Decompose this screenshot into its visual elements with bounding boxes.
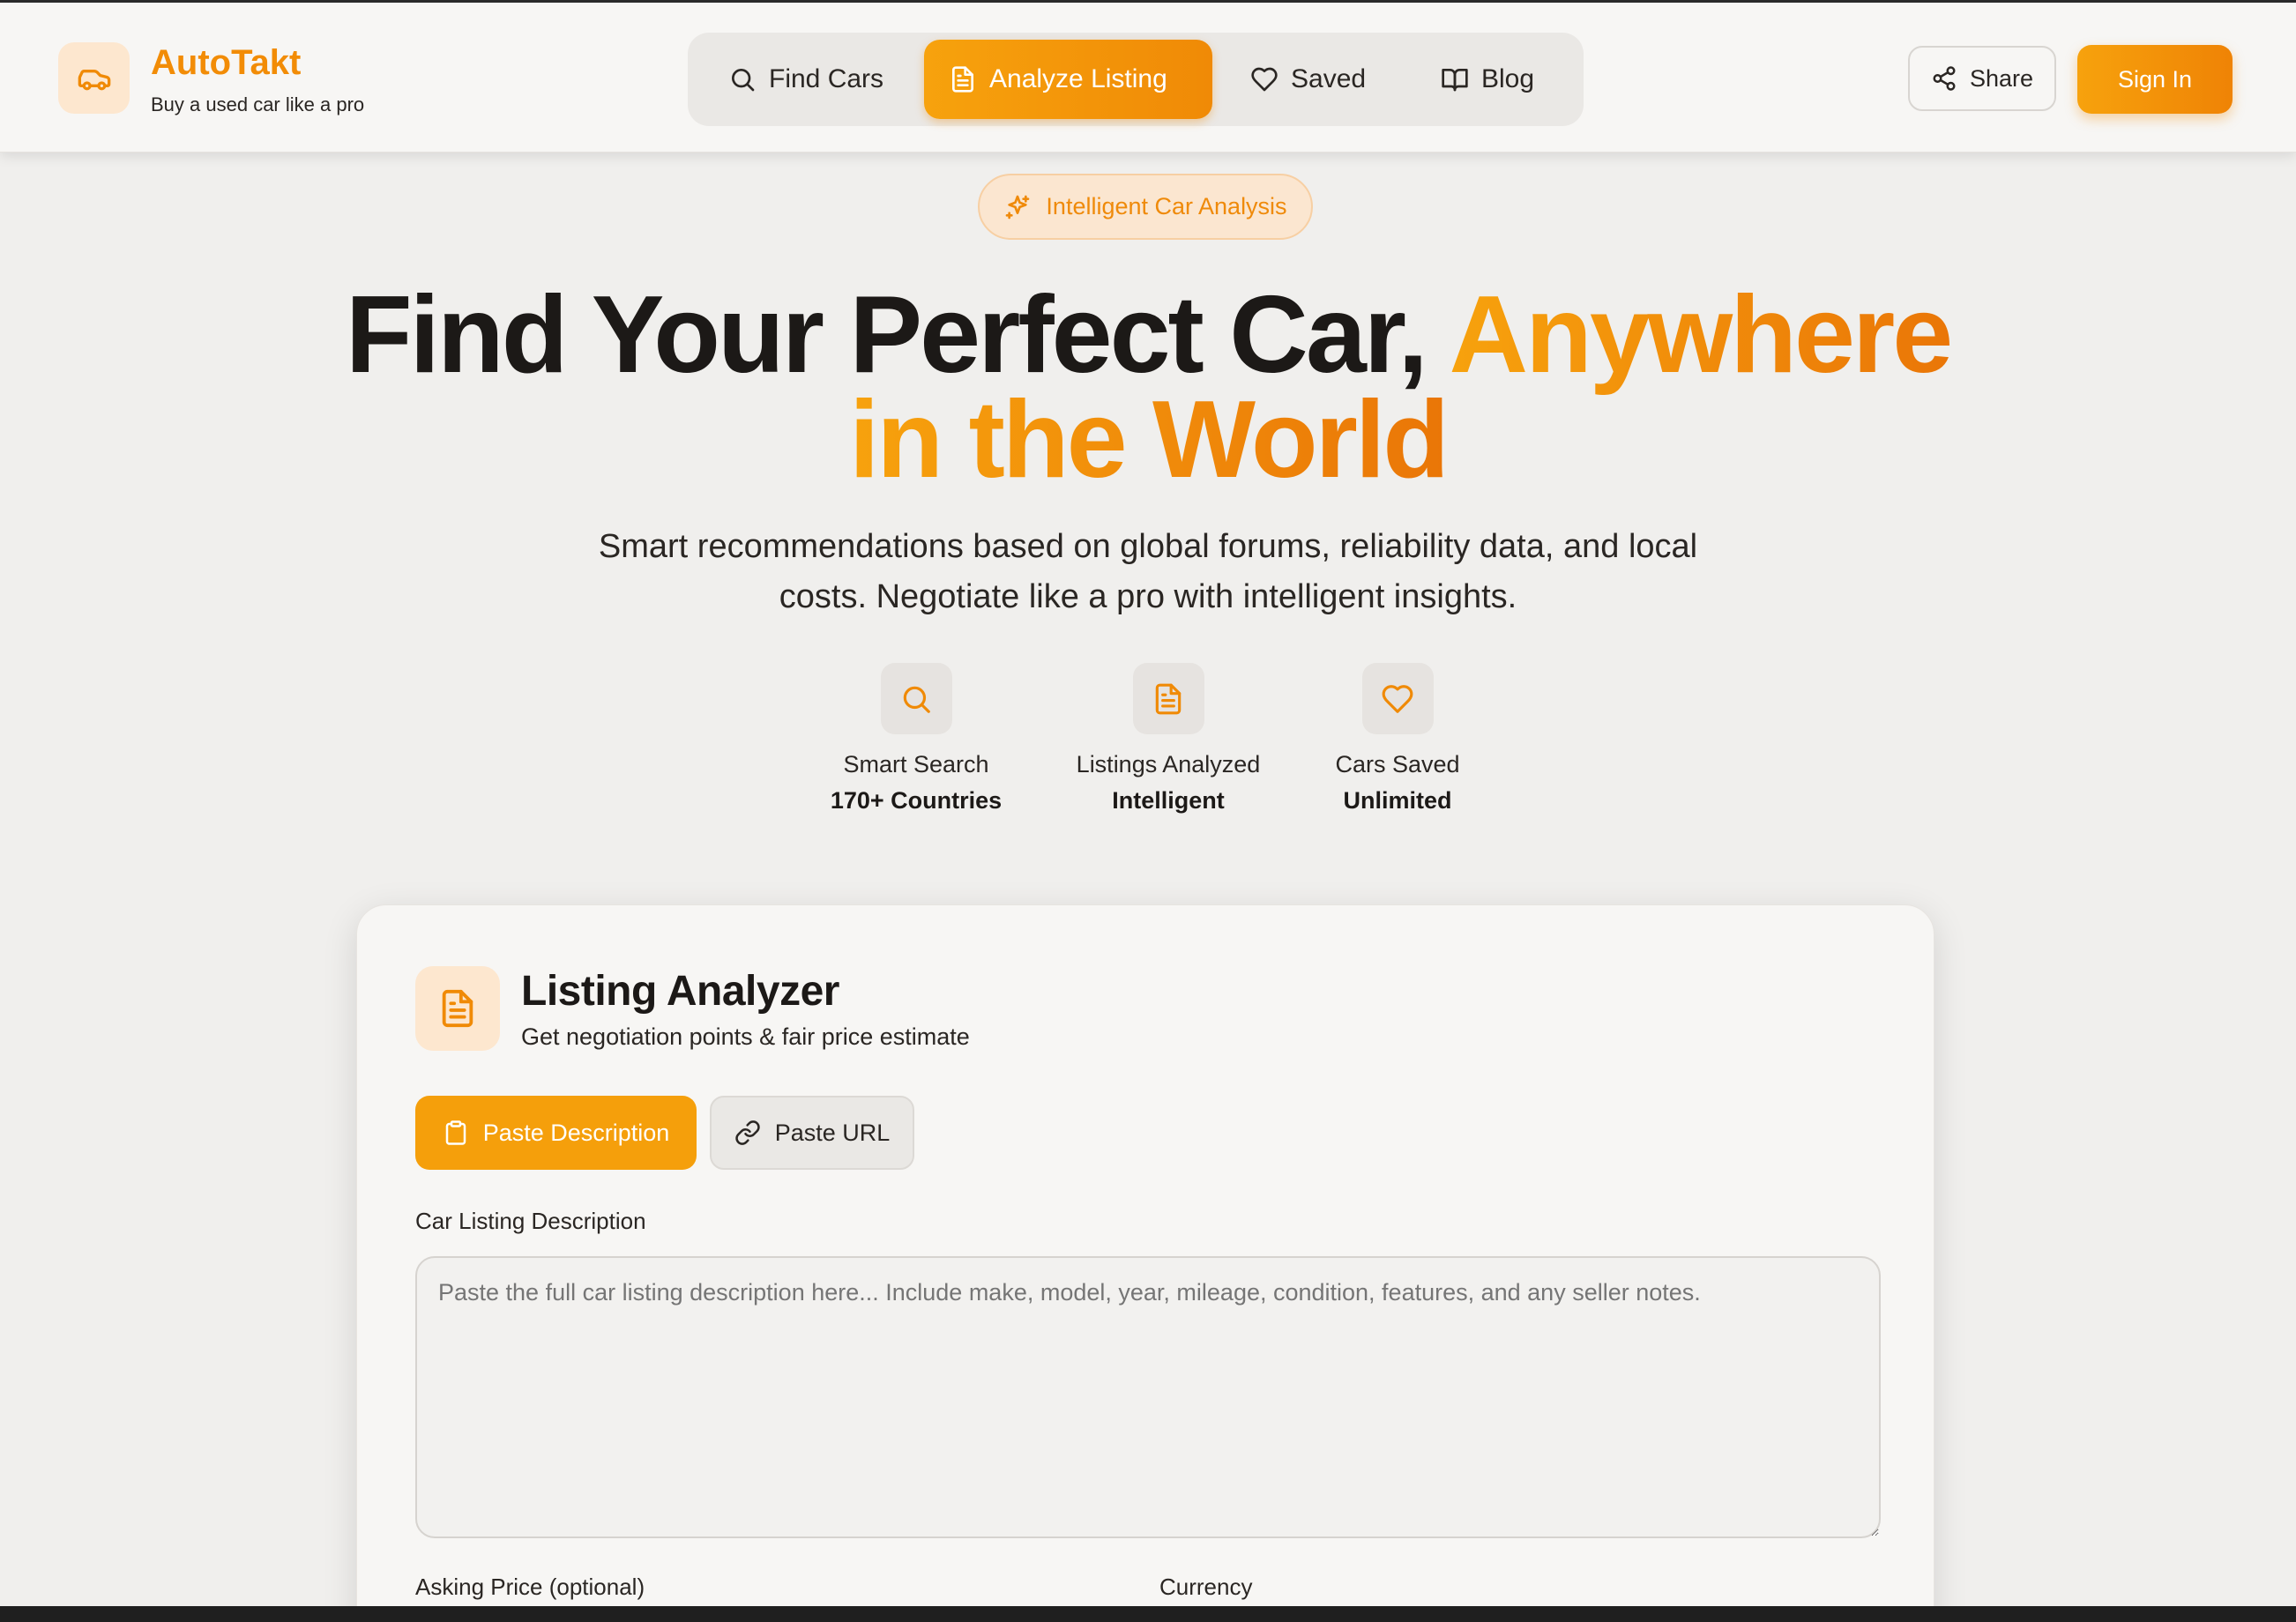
clipboard-icon [443, 1120, 469, 1146]
document-icon [949, 65, 977, 93]
stat-label: Cars Saved [1335, 751, 1460, 778]
nav-saved[interactable]: Saved [1226, 40, 1390, 119]
share-label: Share [1969, 64, 2034, 92]
heart-icon [1361, 663, 1434, 734]
brand-tagline: Buy a used car like a pro [151, 93, 365, 115]
nav-analyze-listing[interactable]: Analyze Listing [924, 40, 1212, 119]
stat-label: Smart Search [843, 751, 989, 778]
paste-url-label: Paste URL [774, 1119, 891, 1146]
nav-blog[interactable]: Blog [1416, 40, 1559, 119]
paste-url-tab[interactable]: Paste URL [710, 1096, 914, 1170]
document-icon [1132, 663, 1204, 734]
link-icon [734, 1120, 761, 1146]
car-icon [77, 61, 112, 96]
nav-analyze-listing-label: Analyze Listing [989, 64, 1167, 93]
hero-subtitle: Smart recommendations based on global fo… [598, 528, 1698, 615]
share-button[interactable]: Share [1908, 46, 2056, 111]
search-icon [880, 663, 952, 734]
stat-value: Intelligent [1112, 787, 1225, 814]
badge-label: Intelligent Car Analysis [1046, 193, 1287, 219]
stat-cars-saved: Cars Saved Unlimited [1265, 663, 1530, 815]
paste-description-tab[interactable]: Paste Description [415, 1096, 697, 1170]
stat-smart-search: Smart Search 170+ Countries [784, 663, 1048, 815]
stat-value: 170+ Countries [830, 787, 1003, 814]
nav-find-cars-label: Find Cars [769, 64, 884, 93]
headline-accent-1: Anywhere [1449, 274, 1954, 396]
share-icon [1931, 65, 1957, 92]
brand-name[interactable]: AutoTakt [151, 43, 301, 83]
nav-blog-label: Blog [1481, 64, 1535, 93]
headline-dark: Find Your Perfect Car, [345, 274, 1450, 396]
stat-listings-analyzed: Listings Analyzed Intelligent [1036, 663, 1301, 815]
heart-icon [1250, 65, 1278, 93]
intelligent-analysis-badge: Intelligent Car Analysis [978, 174, 1313, 240]
asking-price-label: Asking Price (optional) [415, 1574, 645, 1600]
nav-find-cars[interactable]: Find Cars [704, 40, 908, 119]
sign-in-button[interactable]: Sign In [2077, 45, 2233, 114]
logo[interactable] [58, 42, 130, 114]
stat-value: Unlimited [1343, 787, 1452, 814]
book-icon [1441, 65, 1469, 93]
main-nav: Find Cars Analyze Listing Saved Blog [688, 33, 1584, 126]
listing-analyzer-card: Listing Analyzer Get negotiation points … [356, 904, 1934, 1622]
analyzer-title: Listing Analyzer [521, 968, 839, 1015]
stat-label: Listings Analyzed [1076, 751, 1261, 778]
currency-label: Currency [1159, 1574, 1253, 1600]
headline-line-2: in the World [0, 385, 2296, 495]
nav-saved-label: Saved [1291, 64, 1367, 93]
paste-description-label: Paste Description [482, 1119, 670, 1146]
description-label: Car Listing Description [415, 1208, 646, 1234]
headline-accent-2: in the World [848, 379, 1450, 501]
window-bottom-bar [0, 1606, 2296, 1622]
analyzer-subtitle: Get negotiation points & fair price esti… [521, 1023, 970, 1050]
listing-description-input[interactable] [415, 1256, 1881, 1538]
search-icon [728, 65, 757, 93]
top-header: AutoTakt Buy a used car like a pro Find … [0, 3, 2296, 153]
document-icon [415, 966, 500, 1051]
headline-line-1: Find Your Perfect Car, Anywhere [0, 280, 2296, 390]
sparkles-icon [1003, 193, 1032, 221]
